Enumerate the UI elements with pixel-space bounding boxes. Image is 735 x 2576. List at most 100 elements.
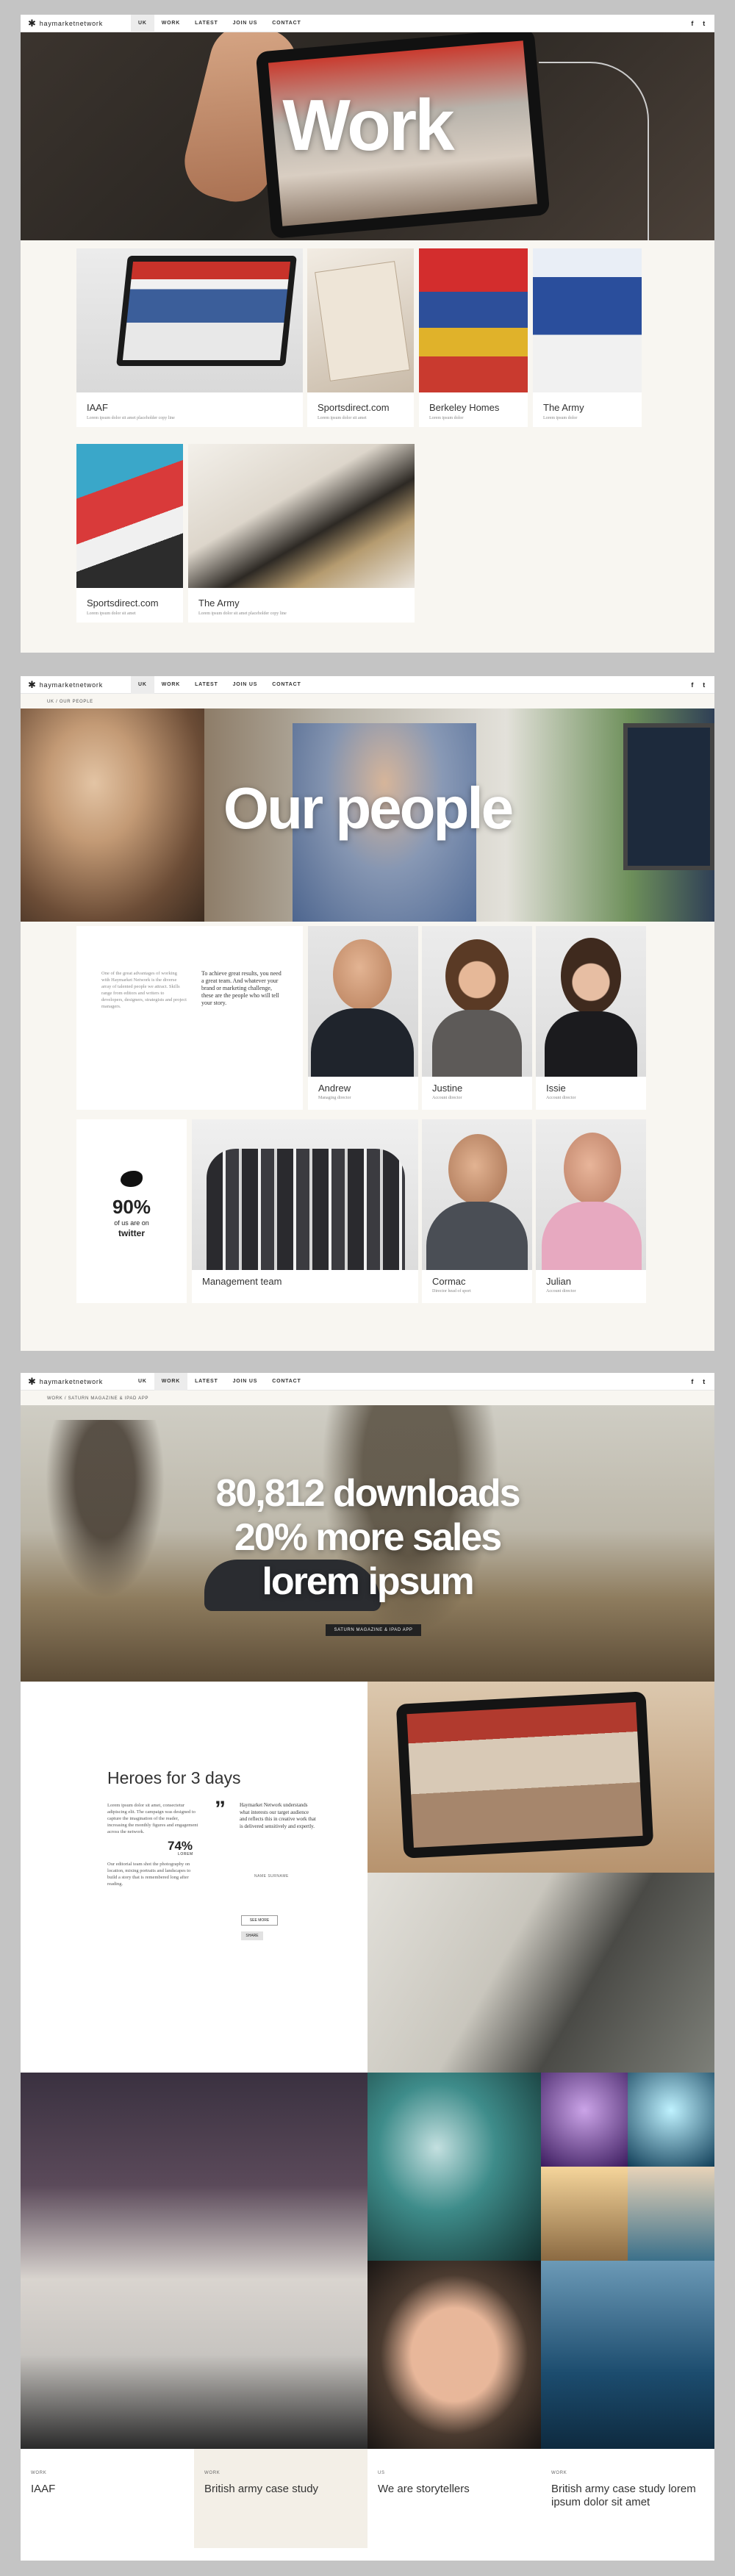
related-item-1[interactable]: WORK IAAF bbox=[21, 2449, 194, 2548]
nav-item-join-us[interactable]: JOIN US bbox=[226, 676, 265, 694]
nav-item-contact[interactable]: CONTACT bbox=[265, 1373, 308, 1391]
nav-item-uk[interactable]: UK bbox=[131, 676, 154, 694]
related-label: US bbox=[378, 2471, 385, 2475]
asterisk-logo-icon: ✱ bbox=[28, 679, 37, 690]
nav-item-uk[interactable]: UK bbox=[131, 15, 154, 32]
quote-author: NAME SURNAME bbox=[254, 1874, 289, 1879]
twitter-line-2: twitter bbox=[118, 1228, 145, 1238]
intro-text-right: To achieve great results, you need a gre… bbox=[201, 970, 282, 1006]
work-card-army[interactable]: The Army Lorem ipsum dolor bbox=[533, 248, 642, 427]
card-title: IAAF bbox=[87, 402, 108, 413]
person-card-julian[interactable]: Julian Account director bbox=[536, 1119, 646, 1303]
nav-item-uk[interactable]: UK bbox=[131, 1373, 154, 1391]
logo[interactable]: ✱ haymarketnetwork bbox=[28, 18, 104, 28]
stage-light-photo bbox=[628, 2073, 714, 2167]
facebook-icon[interactable]: f bbox=[691, 15, 694, 32]
top-nav: ✱ haymarketnetwork UK WORK LATEST JOIN US… bbox=[21, 15, 714, 32]
main-menu: UK WORK LATEST JOIN US CONTACT bbox=[131, 1373, 309, 1391]
person-card-issie[interactable]: Issie Account director bbox=[536, 926, 646, 1110]
related-item-3[interactable]: US We are storytellers bbox=[368, 2449, 541, 2548]
person-card-justine[interactable]: Justine Account director bbox=[422, 926, 532, 1110]
work-card-iaaf[interactable]: IAAF Lorem ipsum dolor sit amet placehol… bbox=[76, 248, 303, 427]
stat-label: LOREM bbox=[178, 1852, 193, 1856]
related-label: WORK bbox=[31, 2471, 47, 2475]
related-title: IAAF bbox=[31, 2483, 56, 2495]
facebook-icon[interactable]: f bbox=[691, 1373, 694, 1391]
issie-photo bbox=[536, 926, 646, 1077]
justine-photo bbox=[422, 926, 532, 1077]
see-more-button[interactable]: SEE MORE bbox=[241, 1915, 278, 1926]
card-description: Lorem ipsum dolor bbox=[429, 416, 464, 420]
quote-mark-icon: ” bbox=[215, 1797, 226, 1821]
article-heading: Heroes for 3 days bbox=[107, 1768, 241, 1787]
asterisk-logo-icon: ✱ bbox=[28, 1376, 37, 1387]
card-title: The Army bbox=[198, 598, 240, 609]
nav-item-contact[interactable]: CONTACT bbox=[265, 15, 308, 32]
share-button[interactable]: SHARE bbox=[241, 1931, 263, 1940]
logo[interactable]: ✱ haymarketnetwork bbox=[28, 1377, 103, 1386]
intro-card: One of the great advantages of working w… bbox=[76, 926, 303, 1110]
work-card-sportsdirect-2[interactable]: Sportsdirect.com Lorem ipsum dolor sit a… bbox=[76, 444, 183, 623]
work-card-sportsdirect[interactable]: Sportsdirect.com Lorem ipsum dolor sit a… bbox=[307, 248, 414, 427]
work-page-frame: ✱ haymarketnetwork UK WORK LATEST JOIN US… bbox=[21, 15, 714, 653]
person-role: Account director bbox=[432, 1096, 462, 1100]
related-item-4[interactable]: WORK British army case study lorem ipsum… bbox=[541, 2449, 714, 2548]
twitter-line-1: of us are on bbox=[114, 1219, 149, 1227]
nav-item-join-us[interactable]: JOIN US bbox=[226, 1373, 265, 1391]
card-description: Lorem ipsum dolor sit amet bbox=[318, 416, 367, 420]
case-hero: 80,812 downloads 20% more sales lorem ip… bbox=[21, 1405, 714, 1682]
helmet-image bbox=[188, 444, 415, 588]
nav-item-work[interactable]: WORK bbox=[154, 1373, 188, 1391]
twitter-icon[interactable]: t bbox=[703, 676, 706, 694]
person-role: Managing director bbox=[318, 1096, 351, 1100]
related-item-2[interactable]: WORK British army case study bbox=[194, 2449, 368, 2548]
nav-item-latest[interactable]: LATEST bbox=[187, 15, 226, 32]
ipad-photo bbox=[368, 1682, 714, 1873]
logo-text: haymarketnetwork bbox=[39, 1378, 104, 1385]
nav-item-contact[interactable]: CONTACT bbox=[265, 676, 308, 694]
person-card-cormac[interactable]: Cormac Director head of sport bbox=[422, 1119, 532, 1303]
case-study-page-frame: ✱ haymarketnetwork UK WORK LATEST JOIN US… bbox=[21, 1373, 714, 2561]
andrew-photo bbox=[308, 926, 418, 1077]
nav-item-join-us[interactable]: JOIN US bbox=[226, 15, 265, 32]
facebook-icon[interactable]: f bbox=[691, 676, 694, 694]
person-name: Julian bbox=[546, 1276, 571, 1287]
top-nav: ✱ haymarketnetwork UK WORK LATEST JOIN US… bbox=[21, 676, 714, 694]
work-card-army-2[interactable]: The Army Lorem ipsum dolor sit amet plac… bbox=[188, 444, 415, 623]
film-set-photo bbox=[368, 2073, 541, 2261]
card-title: Sportsdirect.com bbox=[318, 402, 390, 413]
related-title: British army case study bbox=[204, 2483, 319, 2495]
twitter-icon[interactable]: t bbox=[703, 1373, 706, 1391]
management-team-card[interactable]: Management team bbox=[192, 1119, 418, 1303]
related-title: British army case study lorem ipsum dolo… bbox=[551, 2483, 696, 2508]
work-card-berkeley[interactable]: Berkeley Homes Lorem ipsum dolor bbox=[419, 248, 528, 427]
magazines-image bbox=[76, 444, 183, 588]
social-links: ft bbox=[691, 676, 706, 694]
card-description: Lorem ipsum dolor sit amet bbox=[87, 611, 136, 616]
article-body-1: Lorem ipsum dolor sit amet, consectetur … bbox=[107, 1803, 198, 1834]
nav-item-work[interactable]: WORK bbox=[154, 676, 187, 694]
nav-item-latest[interactable]: LATEST bbox=[187, 1373, 226, 1391]
sunset-photo bbox=[628, 2167, 714, 2261]
julian-photo bbox=[536, 1119, 646, 1270]
breadcrumb[interactable]: UK / OUR PEOPLE bbox=[47, 700, 93, 704]
person-name: Cormac bbox=[432, 1276, 466, 1287]
nav-item-latest[interactable]: LATEST bbox=[187, 676, 226, 694]
hero-cta-button[interactable]: SATURN MAGAZINE & IPAD APP bbox=[326, 1624, 421, 1636]
twitter-icon[interactable]: t bbox=[703, 15, 706, 32]
nav-item-work[interactable]: WORK bbox=[154, 15, 187, 32]
twitter-card[interactable]: 90% of us are on twitter bbox=[76, 1119, 187, 1303]
person-name: Issie bbox=[546, 1083, 566, 1094]
sportsdirect-image bbox=[307, 248, 414, 392]
logo-text: haymarketnetwork bbox=[39, 20, 104, 27]
person-card-andrew[interactable]: Andrew Managing director bbox=[308, 926, 418, 1110]
logo[interactable]: ✱ haymarketnetwork bbox=[28, 679, 103, 690]
twitter-bird-icon bbox=[121, 1171, 143, 1187]
jaguar-car-photo bbox=[21, 2073, 368, 2449]
surf-photo bbox=[541, 2261, 714, 2449]
work-hero: Work bbox=[21, 32, 714, 240]
portrait-photo bbox=[368, 2261, 541, 2449]
breadcrumb[interactable]: WORK / SATURN MAGAZINE & IPAD APP bbox=[47, 1396, 148, 1401]
cormac-photo bbox=[422, 1119, 532, 1270]
related-title: We are storytellers bbox=[378, 2483, 470, 2495]
